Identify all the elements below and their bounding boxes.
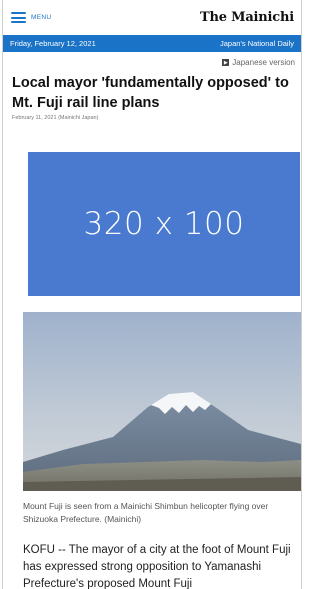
top-bar: MENU The Mainichi: [3, 0, 301, 35]
ad-size-label: 320 x 100: [83, 206, 245, 242]
hamburger-icon: [11, 12, 26, 23]
menu-button[interactable]: MENU: [11, 12, 51, 23]
page-frame: MENU The Mainichi Friday, February 12, 2…: [2, 0, 302, 589]
article-photo[interactable]: [23, 312, 301, 491]
menu-label: MENU: [31, 14, 52, 21]
japanese-version-link[interactable]: ▶ Japanese version: [3, 52, 301, 73]
date-bar: Friday, February 12, 2021 Japan's Nation…: [3, 35, 301, 52]
square-icon: ▶: [222, 59, 230, 66]
article-byline: February 11, 2021 (Mainichi Japan): [12, 115, 99, 121]
photo-caption: Mount Fuji is seen from a Mainichi Shimb…: [23, 501, 269, 524]
article-headline: Local mayor 'fundamentally opposed' to M…: [12, 75, 289, 111]
article-body: KOFU -- The mayor of a city at the foot …: [23, 544, 291, 589]
current-date: Friday, February 12, 2021: [10, 39, 96, 48]
site-logo[interactable]: The Mainichi: [200, 10, 294, 25]
japanese-version-label: Japanese version: [232, 58, 295, 67]
mount-fuji-photo: [23, 312, 301, 491]
ad-placeholder[interactable]: 320 x 100: [28, 152, 300, 296]
tagline: Japan's National Daily: [220, 39, 294, 48]
